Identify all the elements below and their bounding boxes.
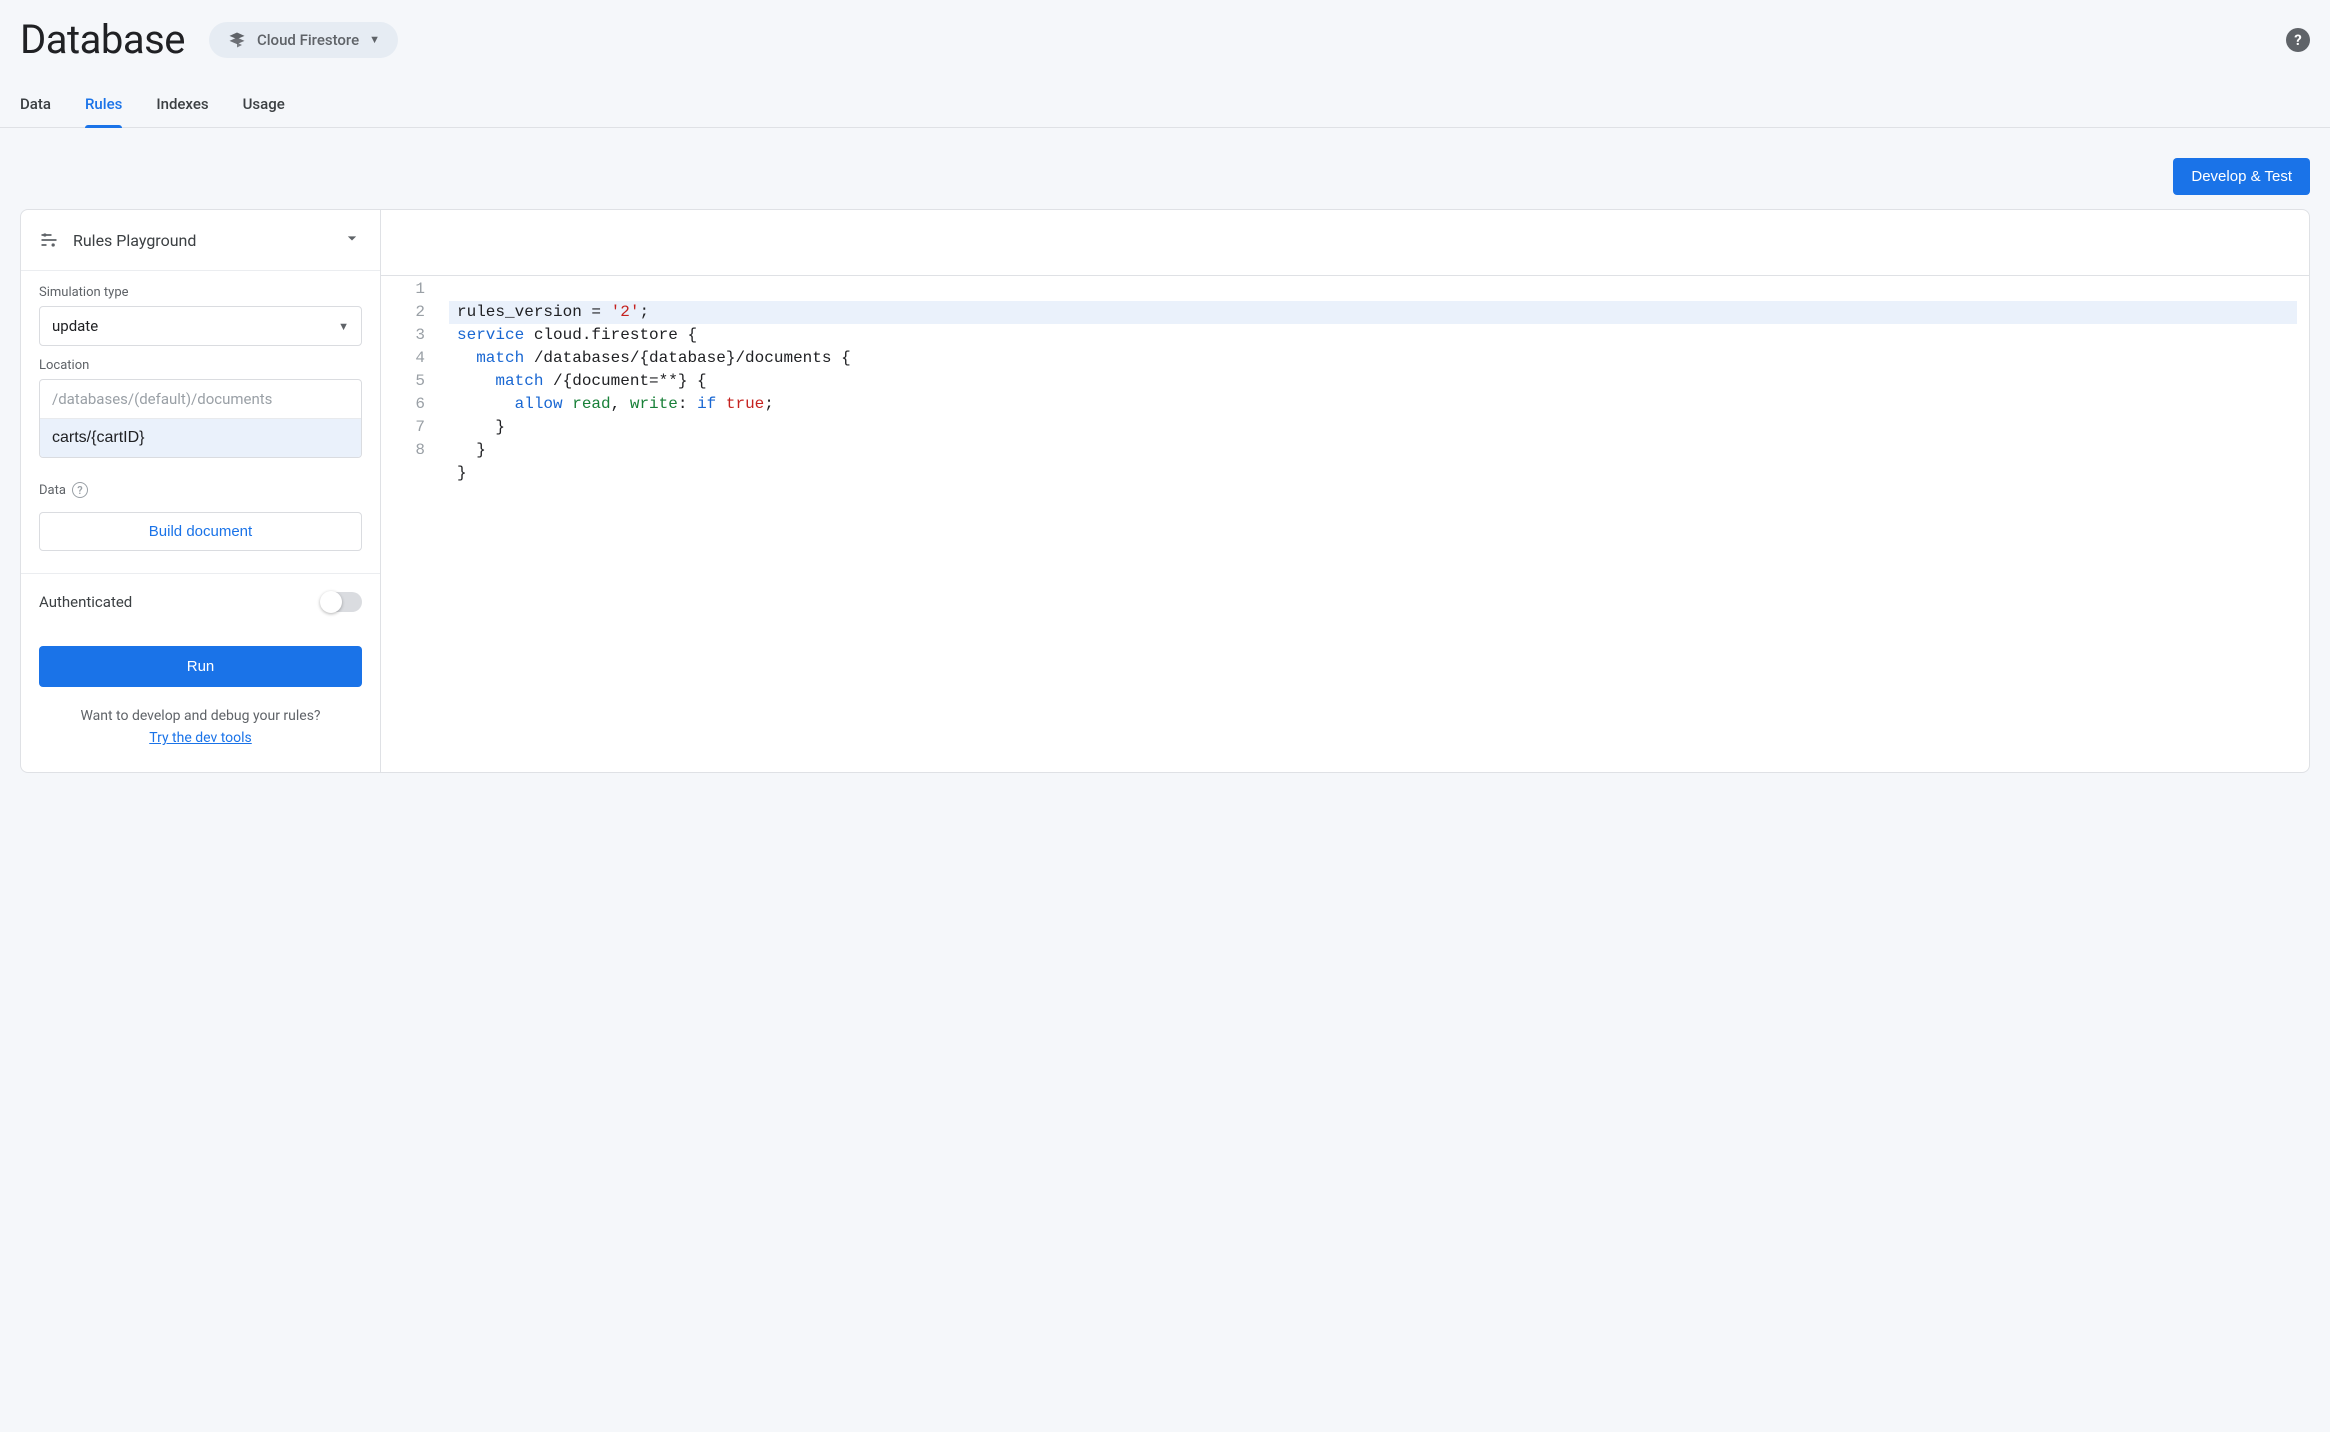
line-gutter: 1 2 3 4 5 6 7 8 <box>381 278 449 531</box>
database-selector[interactable]: Cloud Firestore ▼ <box>209 22 398 58</box>
location-prefix: /databases/(default)/documents <box>40 380 361 419</box>
rules-editor: 1 2 3 4 5 6 7 8 rules_version = '2';serv… <box>381 210 2309 772</box>
database-selector-label: Cloud Firestore <box>257 31 359 49</box>
playground-form: Simulation type update ▼ Location /datab… <box>21 271 380 574</box>
location-field: /databases/(default)/documents <box>39 379 362 458</box>
code-area[interactable]: 1 2 3 4 5 6 7 8 rules_version = '2';serv… <box>381 276 2309 531</box>
location-label: Location <box>39 358 362 373</box>
playground-footer: Want to develop and debug your rules? Tr… <box>21 701 380 772</box>
chevron-down-icon[interactable] <box>342 228 362 252</box>
data-label: Data ? <box>39 482 362 498</box>
simulation-type-label: Simulation type <box>39 285 362 300</box>
toggle-knob <box>320 591 342 613</box>
tab-rules[interactable]: Rules <box>85 85 122 127</box>
tab-indexes[interactable]: Indexes <box>156 85 208 127</box>
playground-header[interactable]: Rules Playground <box>21 210 380 271</box>
footer-text: Want to develop and debug your rules? <box>39 705 362 727</box>
rules-panel: Rules Playground Simulation type update … <box>20 209 2310 773</box>
firestore-icon <box>227 30 247 50</box>
location-input[interactable] <box>40 419 361 457</box>
rules-toolbar: Develop & Test <box>0 128 2330 209</box>
tab-data[interactable]: Data <box>20 85 51 127</box>
simulation-type-value: update <box>52 317 98 335</box>
info-icon[interactable]: ? <box>72 482 88 498</box>
page-header: Database Cloud Firestore ▼ ? <box>0 0 2330 71</box>
authenticated-label: Authenticated <box>39 593 132 611</box>
page-title: Database <box>20 16 185 63</box>
simulation-type-select[interactable]: update ▼ <box>39 306 362 346</box>
playground-auth: Authenticated <box>21 574 380 620</box>
tune-icon <box>39 230 59 250</box>
tab-usage[interactable]: Usage <box>243 85 285 127</box>
playground-title: Rules Playground <box>73 231 328 250</box>
code-content[interactable]: rules_version = '2';service cloud.firest… <box>449 278 2309 531</box>
rules-playground-sidebar: Rules Playground Simulation type update … <box>21 210 381 772</box>
authenticated-toggle[interactable] <box>322 592 362 612</box>
try-dev-tools-link[interactable]: Try the dev tools <box>149 730 252 746</box>
caret-down-icon: ▼ <box>338 320 349 333</box>
build-document-button[interactable]: Build document <box>39 512 362 551</box>
caret-down-icon: ▼ <box>369 33 380 46</box>
develop-test-button[interactable]: Develop & Test <box>2173 158 2310 195</box>
help-icon[interactable]: ? <box>2286 28 2310 52</box>
tab-bar: Data Rules Indexes Usage <box>0 85 2330 128</box>
run-button[interactable]: Run <box>39 646 362 687</box>
editor-toolbar <box>381 210 2309 276</box>
